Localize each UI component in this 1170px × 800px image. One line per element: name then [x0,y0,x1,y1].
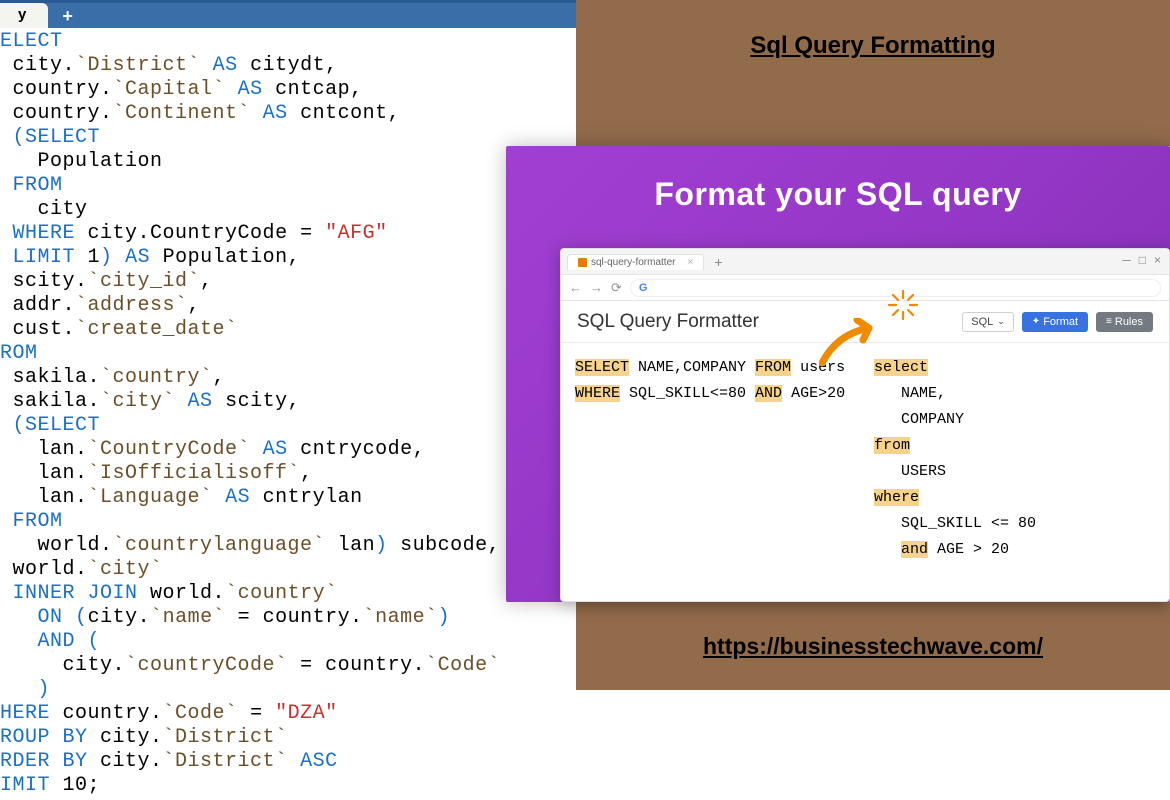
footer-strip: https://businesstechwave.com/ [576,602,1170,690]
rules-button[interactable]: ≡ Rules [1096,312,1153,332]
back-icon[interactable]: ← [569,280,582,295]
maximize-icon[interactable]: □ [1139,253,1146,267]
reload-icon[interactable]: ⟳ [611,280,622,296]
header-strip: Sql Query Formatting [576,0,1170,146]
address-field[interactable]: G [630,279,1161,297]
new-tab-button[interactable]: + [714,254,722,270]
favicon-icon [578,258,587,267]
close-tab-icon[interactable]: × [687,257,693,268]
browser-tab[interactable]: sql-query-formatter × [567,254,704,270]
chevron-down-icon: ⌄ [997,316,1005,327]
list-icon: ≡ [1106,316,1112,327]
forward-icon[interactable]: → [590,280,603,295]
input-sql-pane[interactable]: SELECT NAME,COMPANY FROM users WHERE SQL… [575,355,856,563]
google-logo-icon: G [639,282,648,294]
wand-icon: ✦ [1032,316,1040,327]
add-tab-button[interactable]: + [48,3,87,28]
page-title-link[interactable]: Sql Query Formatting [750,32,995,60]
sql-editor-left: y + ELECT city.`District` AS citydt, cou… [0,0,576,690]
sql-code-content[interactable]: ELECT city.`District` AS citydt, country… [0,28,576,800]
rules-button-label: Rules [1115,316,1143,328]
editor-split: SELECT NAME,COMPANY FROM users WHERE SQL… [561,343,1169,563]
browser-tab-label: sql-query-formatter [591,257,675,268]
site-url-link[interactable]: https://businesstechwave.com/ [703,633,1043,660]
app-title: SQL Query Formatter [577,311,954,333]
minimize-icon[interactable]: ─ [1122,253,1131,267]
select-label: SQL [971,316,993,328]
format-button[interactable]: ✦ Format [1022,312,1088,332]
close-icon[interactable]: × [1154,253,1161,267]
editor-tabbar: y + [0,0,576,28]
format-button-label: Format [1043,316,1078,328]
language-select[interactable]: SQL ⌄ [962,312,1014,332]
window-controls: ─ □ × [1122,253,1161,267]
active-tab[interactable]: y [0,3,48,28]
hero-headline: Format your SQL query [506,146,1170,237]
browser-addressbar: ← → ⟳ G [561,275,1169,301]
browser-window: sql-query-formatter × + ─ □ × ← → ⟳ G SQ… [560,248,1170,602]
app-header: SQL Query Formatter SQL ⌄ ✦ Format ≡ Rul… [561,301,1169,343]
browser-tabstrip: sql-query-formatter × + ─ □ × [561,249,1169,275]
output-sql-pane: select NAME, COMPANY from USERS where SQ… [874,355,1155,563]
